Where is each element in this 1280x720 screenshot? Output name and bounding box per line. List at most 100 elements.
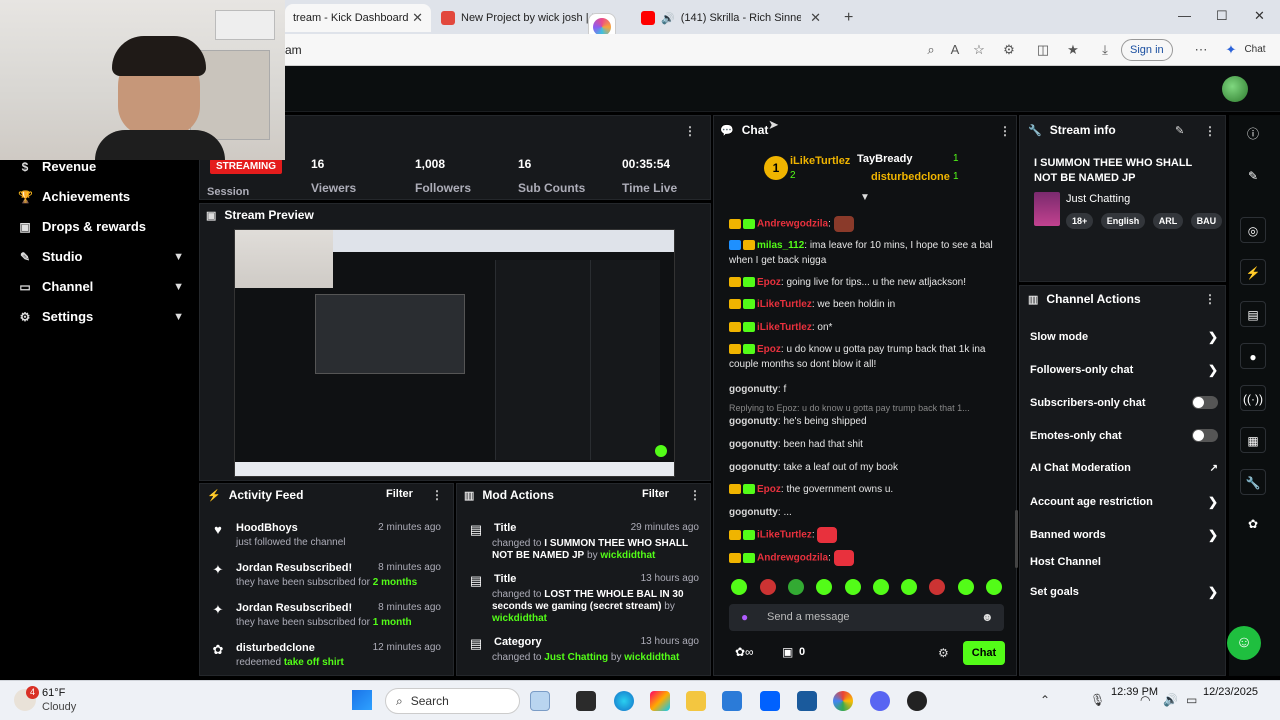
chat-username[interactable]: gogonutty xyxy=(729,416,778,427)
speaker-icon[interactable]: 🔊 xyxy=(661,12,675,25)
activity-filter-button[interactable]: Filter xyxy=(386,488,413,500)
obs-icon[interactable] xyxy=(907,691,927,711)
emote-icon[interactable] xyxy=(833,216,854,232)
chat-username[interactable]: gogonutty xyxy=(729,507,778,518)
tag[interactable]: 18+ xyxy=(1066,213,1094,229)
edit-pencil-icon[interactable]: ✎ xyxy=(1175,124,1184,137)
more-options-icon[interactable]: ⋮ xyxy=(1204,124,1216,138)
download-icon[interactable]: ⤓ xyxy=(1096,42,1114,58)
wifi-icon[interactable]: ◠ xyxy=(1140,693,1150,707)
emote-icon[interactable] xyxy=(833,550,854,566)
support-chat-button[interactable]: ☺ xyxy=(1227,626,1261,660)
followers-only-row[interactable]: Followers-only chat ❯ xyxy=(1030,363,1218,377)
avatar[interactable] xyxy=(1222,76,1248,102)
copilot-app-icon[interactable] xyxy=(650,691,670,711)
tab-kick-dashboard[interactable]: tream - Kick Dashboard ✕ xyxy=(285,4,431,32)
info-icon[interactable]: ⓘ xyxy=(1240,121,1266,147)
more-options-icon[interactable]: ⋮ xyxy=(999,124,1011,138)
dropbox-icon[interactable] xyxy=(760,691,780,711)
chevron-down-icon[interactable]: ▼ xyxy=(173,311,184,323)
tab-youtube[interactable]: 🔊 (141) Skrilla - Rich Sinners ft. ✕ xyxy=(633,4,829,32)
account-age-row[interactable]: Account age restriction ❯ xyxy=(1030,495,1218,509)
extensions-icon[interactable]: ⚙ xyxy=(1000,42,1018,58)
app-icon[interactable] xyxy=(797,691,817,711)
chat-username[interactable]: Andrewgodzila xyxy=(757,219,828,230)
lightning-icon[interactable]: ⚡ xyxy=(1240,259,1266,285)
microphone-icon[interactable]: 🎙 xyxy=(1090,693,1105,707)
close-window-icon[interactable]: ✕ xyxy=(1254,8,1265,24)
set-goals-row[interactable]: Set goals ❯ xyxy=(1030,585,1218,599)
terminal-icon[interactable] xyxy=(576,691,596,711)
chat-settings-icon[interactable]: ⚙ xyxy=(938,646,949,660)
chrome-icon[interactable] xyxy=(833,691,853,711)
chat-username[interactable]: Epoz xyxy=(757,484,781,495)
chevron-up-icon[interactable]: ⌃ xyxy=(1040,693,1050,707)
category-thumbnail[interactable] xyxy=(1034,192,1060,226)
sidebar-item-drops[interactable]: ▣ Drops & rewards xyxy=(18,219,184,234)
chat-message-input[interactable]: Send a message xyxy=(729,604,1004,631)
chevron-down-icon[interactable]: ▼ xyxy=(173,281,184,293)
chat-icon[interactable]: ● xyxy=(1240,343,1266,369)
ai-moderation-row[interactable]: AI Chat Moderation ↗ xyxy=(1030,462,1218,474)
discord-icon[interactable] xyxy=(870,691,890,711)
url-text[interactable]: am xyxy=(285,43,302,57)
emote-icon[interactable] xyxy=(760,579,776,595)
edge-icon[interactable] xyxy=(614,691,634,711)
banned-words-row[interactable]: Banned words ❯ xyxy=(1030,528,1218,542)
chat-scrollbar[interactable] xyxy=(1015,510,1018,568)
close-icon[interactable]: ✕ xyxy=(412,10,423,26)
top-gifter-name[interactable]: TayBready xyxy=(857,153,912,165)
sign-in-button[interactable]: Sign in xyxy=(1121,39,1173,61)
microphone-icon[interactable]: ● xyxy=(741,610,748,624)
stream-preview-video[interactable] xyxy=(234,229,675,477)
chat-username[interactable]: iLikeTurtlez xyxy=(757,530,812,541)
top-gifter-name[interactable]: disturbedclone xyxy=(871,171,950,183)
store-icon[interactable] xyxy=(722,691,742,711)
chat-username[interactable]: gogonutty xyxy=(729,384,778,395)
more-options-icon[interactable]: ⋮ xyxy=(431,488,443,502)
points-icon[interactable]: ✿∞ xyxy=(735,645,754,659)
more-options-icon[interactable]: ⋮ xyxy=(689,488,701,502)
emotes-only-toggle[interactable] xyxy=(1192,429,1218,442)
file-explorer-icon[interactable] xyxy=(686,691,706,711)
gift-icon[interactable]: ▣ xyxy=(782,645,793,659)
reply-preview[interactable]: Replying to Epoz: u do know u gotta pay … xyxy=(729,403,970,413)
favorite-star-icon[interactable]: ☆ xyxy=(970,42,988,58)
split-screen-icon[interactable]: ◫ xyxy=(1034,42,1052,58)
zoom-icon[interactable]: ⌕ xyxy=(922,42,940,58)
chat-username[interactable]: milas_112 xyxy=(757,240,804,251)
document-icon[interactable]: ▤ xyxy=(1240,301,1266,327)
read-aloud-icon[interactable]: A xyxy=(946,42,964,57)
chevron-down-icon[interactable]: ▼ xyxy=(173,251,184,263)
chat-username[interactable]: Epoz xyxy=(757,344,781,355)
tag[interactable]: ARL xyxy=(1152,213,1184,229)
battery-icon[interactable]: ▭ xyxy=(1186,693,1197,707)
favorites-icon[interactable]: ★ xyxy=(1064,42,1082,58)
taskbar-search[interactable]: ⌕ Search xyxy=(385,688,520,714)
slow-mode-row[interactable]: Slow mode ❯ xyxy=(1030,330,1218,344)
emote-icon[interactable] xyxy=(873,579,889,595)
sidebar-item-settings[interactable]: ⚙ Settings ▼ xyxy=(18,309,184,324)
wrench-icon[interactable]: 🔧 xyxy=(1240,469,1266,495)
emote-icon[interactable] xyxy=(986,579,1002,595)
close-icon[interactable]: ✕ xyxy=(810,10,821,26)
emote-icon[interactable] xyxy=(845,579,861,595)
copilot-icon[interactable]: ✦ xyxy=(1222,42,1240,58)
clock-date[interactable]: 12/23/2025 xyxy=(1203,686,1258,698)
tag[interactable]: BAU xyxy=(1190,213,1223,229)
camera-icon[interactable]: ◎ xyxy=(1240,217,1266,243)
more-menu-icon[interactable]: ⋯ xyxy=(1192,42,1210,58)
host-channel-row[interactable]: Host Channel xyxy=(1030,556,1218,568)
sidebar-item-studio[interactable]: ✎ Studio ▼ xyxy=(18,249,184,264)
emote-icon[interactable] xyxy=(816,579,832,595)
minimize-icon[interactable]: — xyxy=(1178,8,1191,23)
chat-username[interactable]: iLikeTurtlez xyxy=(757,322,812,333)
copilot-chat-label[interactable]: Chat xyxy=(1240,44,1270,55)
mod-filter-button[interactable]: Filter xyxy=(642,488,669,500)
volume-icon[interactable]: 🔊 xyxy=(1163,693,1178,707)
emote-icon[interactable] xyxy=(731,579,747,595)
maximize-icon[interactable]: ☐ xyxy=(1216,8,1228,24)
chat-username[interactable]: iLikeTurtlez xyxy=(757,299,812,310)
chat-username[interactable]: Epoz xyxy=(757,277,781,288)
sidebar-item-achievements[interactable]: 🏆 Achievements xyxy=(18,189,184,204)
